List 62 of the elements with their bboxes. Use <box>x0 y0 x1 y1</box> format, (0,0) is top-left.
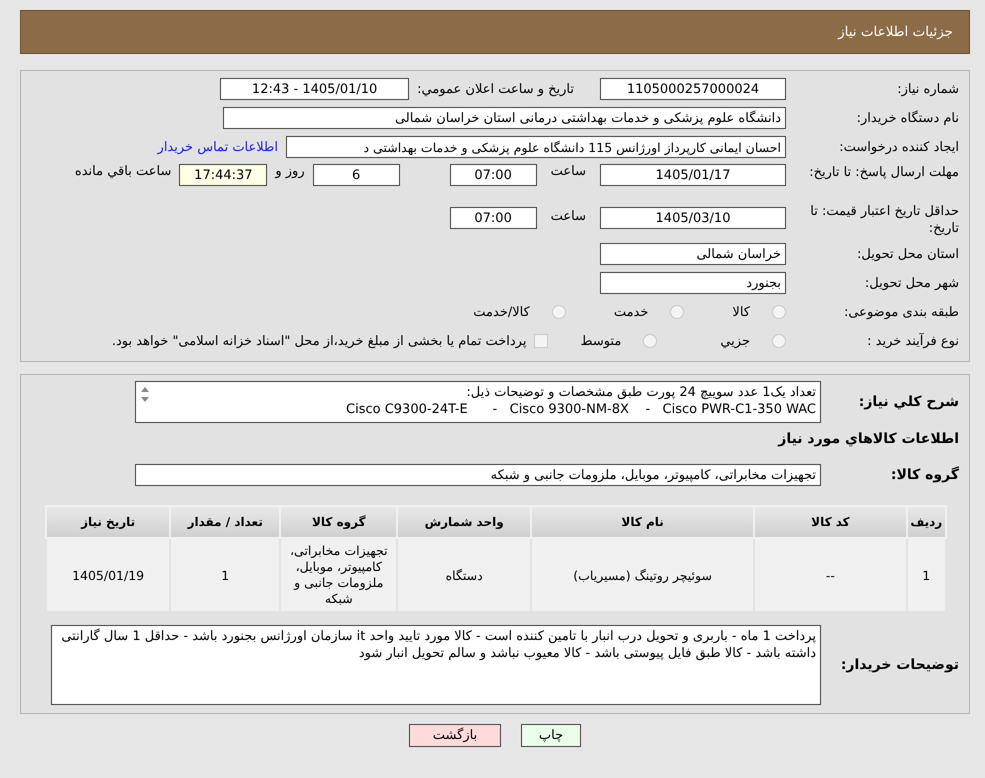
field-label: ایجاد کننده درخواست: <box>838 138 960 156</box>
print-button[interactable]: چاپ <box>521 724 581 747</box>
buyer-field: دانشگاه علوم پزشکی و خدمات بهداشتی درمانی استان خراسان شمالی <box>223 107 786 129</box>
column-header: تعداد / مقدار <box>170 506 280 538</box>
option-label: جزيي <box>720 334 750 348</box>
field-label: شرح كلي نياز: <box>858 394 960 410</box>
field-label: ساعت <box>550 164 586 179</box>
page-title: جزئیات اطلاعات نیاز <box>838 24 953 40</box>
radio-button[interactable] <box>670 305 684 319</box>
column-header: گروه کالا <box>280 506 398 538</box>
field-label: مهلت ارسال پاسخ: تا تاریخ: <box>808 164 960 181</box>
province-field: خراسان شمالی <box>600 243 786 265</box>
days-field: 6 <box>312 164 400 186</box>
validity-date-field: 1405/03/10 <box>600 207 786 229</box>
option-label: کالا/خدمت <box>473 304 530 320</box>
table-cell: دستگاه <box>397 538 531 612</box>
field-label: ساعت <box>550 209 586 224</box>
city-field: بجنورد <box>600 272 786 294</box>
column-header: کد کالا <box>754 506 907 538</box>
validity-time-field: 07:00 <box>450 207 537 229</box>
announce-date-field: 1405/01/10 - 12:43 <box>220 78 410 100</box>
column-header: تاریخ نیاز <box>46 506 170 538</box>
creator-field: احسان ایمانی کارپرداز اورژانس 115 دانشگاه علوم پزشکی و خدمات بهداشتی د <box>286 136 786 158</box>
option-label: متوسط <box>580 334 622 348</box>
field-label: گروه کالا: <box>890 466 960 484</box>
field-label: تاريخ و ساعت اعلان عمومي: <box>417 82 574 96</box>
checkbox[interactable] <box>534 334 548 348</box>
option-label: خدمت <box>614 304 648 320</box>
back-button[interactable]: بازگشت <box>409 724 501 747</box>
need-number-field: 1105000257000024 <box>600 78 786 100</box>
table-cell: 1 <box>906 538 946 612</box>
contact-link[interactable]: اطلاعات تماس خریدار <box>158 140 278 154</box>
deadline-date-field: 1405/01/17 <box>600 164 786 186</box>
radio-button[interactable] <box>772 334 786 348</box>
column-header: واحد شمارش <box>397 506 531 538</box>
field-label: طبقه بندی موضوعی: <box>842 304 960 320</box>
field-label: روز و <box>275 164 305 179</box>
remaining-time-field: 17:44:37 <box>179 164 268 186</box>
column-header: ردیف <box>906 506 946 538</box>
notes-box: پرداخت 1 ماه - باربری و تحویل درب انبار با تامین کننده است - کالا مورد تایید واحد it سازمان اورژانس بجنورد باشد - حداقل 1 سال گارانتی داشته باشد - کالا طبق فایل پیوستی باشد - کالا معیوب نباشد و سالم تحویل انبار شود <box>51 625 821 705</box>
radio-button[interactable] <box>552 305 566 319</box>
field-label: استان محل تحویل: <box>856 246 960 262</box>
option-label: پرداخت تمام یا بخشی از مبلغ خرید،از محل "اسناد خزانه اسلامی" خواهد بود. <box>112 334 526 348</box>
field-label: نوع فرآیند خرید : <box>866 332 960 350</box>
field-label: حداقل تاریخ اعتبار قیمت: تا تاریخ: <box>809 203 960 237</box>
field-label: شماره نیاز: <box>896 80 960 98</box>
radio-button[interactable] <box>772 305 786 319</box>
field-label: توضیحات خریدار: <box>840 656 960 674</box>
table-cell: سوئیچر روتینگ (مسیریاب) <box>530 538 754 612</box>
group-field: تجهیزات مخابراتی، کامپیوتر، موبایل، ملزومات جانبی و شبکه <box>135 464 821 486</box>
table-cell: -- <box>754 538 907 612</box>
column-header: نام کالا <box>530 506 754 538</box>
radio-button[interactable] <box>643 334 658 348</box>
section-title: اطلاعات كالاهاي مورد نياز <box>776 431 960 447</box>
field-label: ساعت باقي مانده <box>74 164 172 179</box>
field-label: شهر محل تحویل: <box>864 274 960 292</box>
field-label: نام دستگاه خریدار: <box>856 110 960 126</box>
deadline-time-field: 07:00 <box>450 164 537 186</box>
table-cell: 1 <box>170 538 280 612</box>
option-label: کالا <box>732 304 750 320</box>
table-cell: تجهیزات مخابراتی، کامپیوتر، موبایل، ملزومات جانبی و شبکه <box>280 538 398 612</box>
table-cell: 1405/01/19 <box>46 538 170 612</box>
